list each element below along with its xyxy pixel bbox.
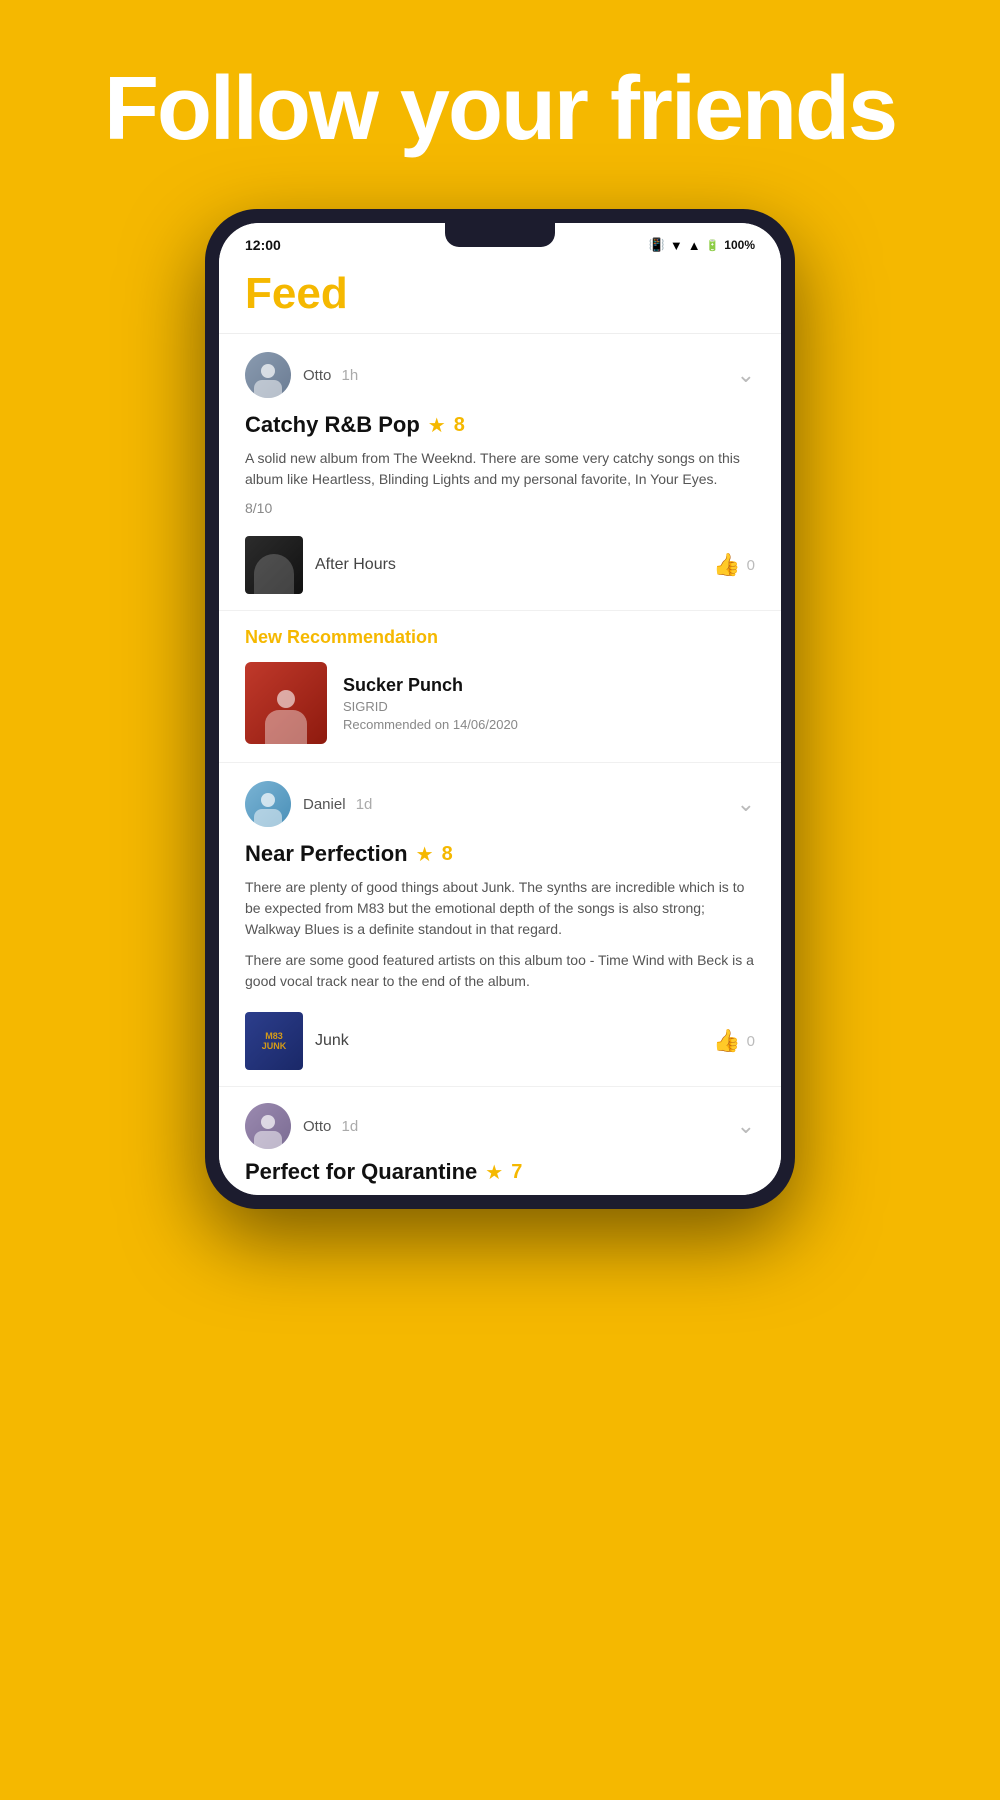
star-icon-1: ★	[428, 413, 446, 438]
app-header: Feed	[219, 259, 781, 333]
album-name-2: Junk	[315, 1032, 349, 1050]
phone-frame: 12:00 📳 ▼ ▲ 🔋 100% Feed	[205, 209, 795, 1209]
score-2: 8	[442, 843, 453, 866]
vibrate-icon: 📳	[649, 237, 665, 253]
album-row-1: After Hours 👍 0	[245, 530, 755, 594]
star-icon-2: ★	[416, 842, 434, 867]
review-text-2a: There are plenty of good things about Ju…	[245, 877, 755, 940]
feed-item-2: Daniel 1d ⌄ Near Perfection ★ 8 There ar…	[219, 763, 781, 1087]
status-icons: 📳 ▼ ▲ 🔋 100%	[649, 237, 755, 253]
new-rec-label: New Recommendation	[245, 627, 755, 648]
avatar-daniel	[245, 781, 291, 827]
chevron-icon-1[interactable]: ⌄	[737, 362, 755, 388]
rec-item[interactable]: Sucker Punch SIGRID Recommended on 14/06…	[245, 662, 755, 744]
review-text-1: A solid new album from The Weeknd. There…	[245, 448, 755, 490]
battery-percent: 100%	[724, 238, 755, 252]
user-name-1: Otto 1h	[303, 367, 358, 384]
rec-title: Sucker Punch	[343, 675, 518, 696]
like-section-1[interactable]: 👍 0	[713, 552, 755, 578]
thumb-up-icon-1: 👍	[713, 552, 740, 578]
user-row-2: Daniel 1d ⌄	[245, 781, 755, 827]
album-name-1: After Hours	[315, 556, 396, 574]
partial-score: 7	[511, 1161, 522, 1184]
avatar-otto2	[245, 1103, 291, 1149]
user-name-2: Daniel 1d	[303, 796, 372, 813]
review-text-2b: There are some good featured artists on …	[245, 950, 755, 992]
user-row-1: Otto 1h ⌄	[245, 352, 755, 398]
like-count-2: 0	[747, 1033, 755, 1050]
album-art-junk: M83JUNK	[245, 1012, 303, 1070]
rec-details: Sucker Punch SIGRID Recommended on 14/06…	[343, 675, 518, 732]
signal-icon: ▲	[688, 238, 701, 253]
thumb-up-icon-2: 👍	[713, 1028, 740, 1054]
album-info-2: M83JUNK Junk	[245, 1012, 349, 1070]
feed-item-1: Otto 1h ⌄ Catchy R&B Pop ★ 8 A solid new…	[219, 334, 781, 611]
rec-artist: SIGRID	[343, 699, 518, 714]
review-title-row-1: Catchy R&B Pop ★ 8	[245, 412, 755, 438]
chevron-icon-partial[interactable]: ⌄	[737, 1113, 755, 1139]
score-1: 8	[454, 414, 465, 437]
user-info-2: Daniel 1d	[245, 781, 372, 827]
status-time: 12:00	[245, 237, 281, 253]
phone-screen: 12:00 📳 ▼ ▲ 🔋 100% Feed	[219, 223, 781, 1195]
user-row-partial: Otto 1d ⌄	[245, 1103, 755, 1149]
review-title-row-2: Near Perfection ★ 8	[245, 841, 755, 867]
wifi-icon: ▼	[670, 238, 683, 253]
partial-feed-item: Otto 1d ⌄ Perfect for Quarantine ★ 7	[219, 1087, 781, 1195]
new-rec-section: New Recommendation Sucker Punch SIGRID R…	[219, 611, 781, 763]
album-info-1: After Hours	[245, 536, 396, 594]
partial-title-row: Perfect for Quarantine ★ 7	[245, 1159, 755, 1185]
hero-title: Follow your friends	[104, 60, 896, 159]
album-row-2: M83JUNK Junk 👍 0	[245, 1006, 755, 1070]
partial-star-icon: ★	[485, 1160, 503, 1185]
partial-review-title: Perfect for Quarantine	[245, 1159, 477, 1185]
review-title-2: Near Perfection	[245, 841, 408, 867]
phone-notch	[445, 223, 555, 247]
like-count-1: 0	[747, 557, 755, 574]
battery-icon: 🔋	[706, 239, 720, 252]
user-info-1: Otto 1h	[245, 352, 358, 398]
like-section-2[interactable]: 👍 0	[713, 1028, 755, 1054]
user-info-partial: Otto 1d	[245, 1103, 358, 1149]
rec-album-art	[245, 662, 327, 744]
rating-1: 8/10	[245, 500, 755, 516]
avatar-otto	[245, 352, 291, 398]
chevron-icon-2[interactable]: ⌄	[737, 791, 755, 817]
feed-title: Feed	[245, 269, 755, 319]
album-art-after-hours	[245, 536, 303, 594]
user-name-partial: Otto 1d	[303, 1118, 358, 1135]
review-title-1: Catchy R&B Pop	[245, 412, 420, 438]
rec-date: Recommended on 14/06/2020	[343, 717, 518, 732]
hero-section: Follow your friends	[24, 0, 976, 209]
